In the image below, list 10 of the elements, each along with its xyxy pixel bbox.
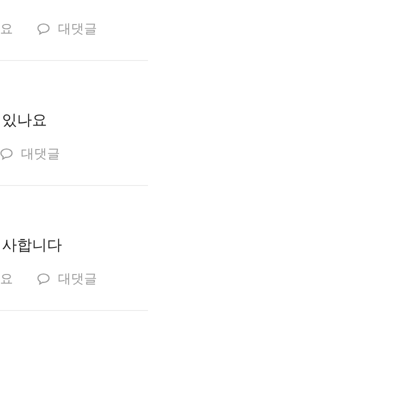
speech-bubble-icon[interactable] bbox=[37, 273, 50, 285]
reply-link[interactable]: 대댓글 bbox=[58, 20, 97, 38]
speech-bubble-icon[interactable] bbox=[37, 23, 50, 35]
speech-bubble-icon[interactable] bbox=[0, 148, 13, 160]
comment-text: 있나요 bbox=[1, 110, 48, 131]
reply-link[interactable]: 대댓글 bbox=[21, 145, 60, 163]
reply-link[interactable]: 대댓글 bbox=[58, 270, 97, 288]
like-link[interactable]: 요 bbox=[0, 20, 13, 38]
like-link[interactable]: 요 bbox=[0, 270, 13, 288]
comment-text: 사합니다 bbox=[1, 235, 63, 256]
